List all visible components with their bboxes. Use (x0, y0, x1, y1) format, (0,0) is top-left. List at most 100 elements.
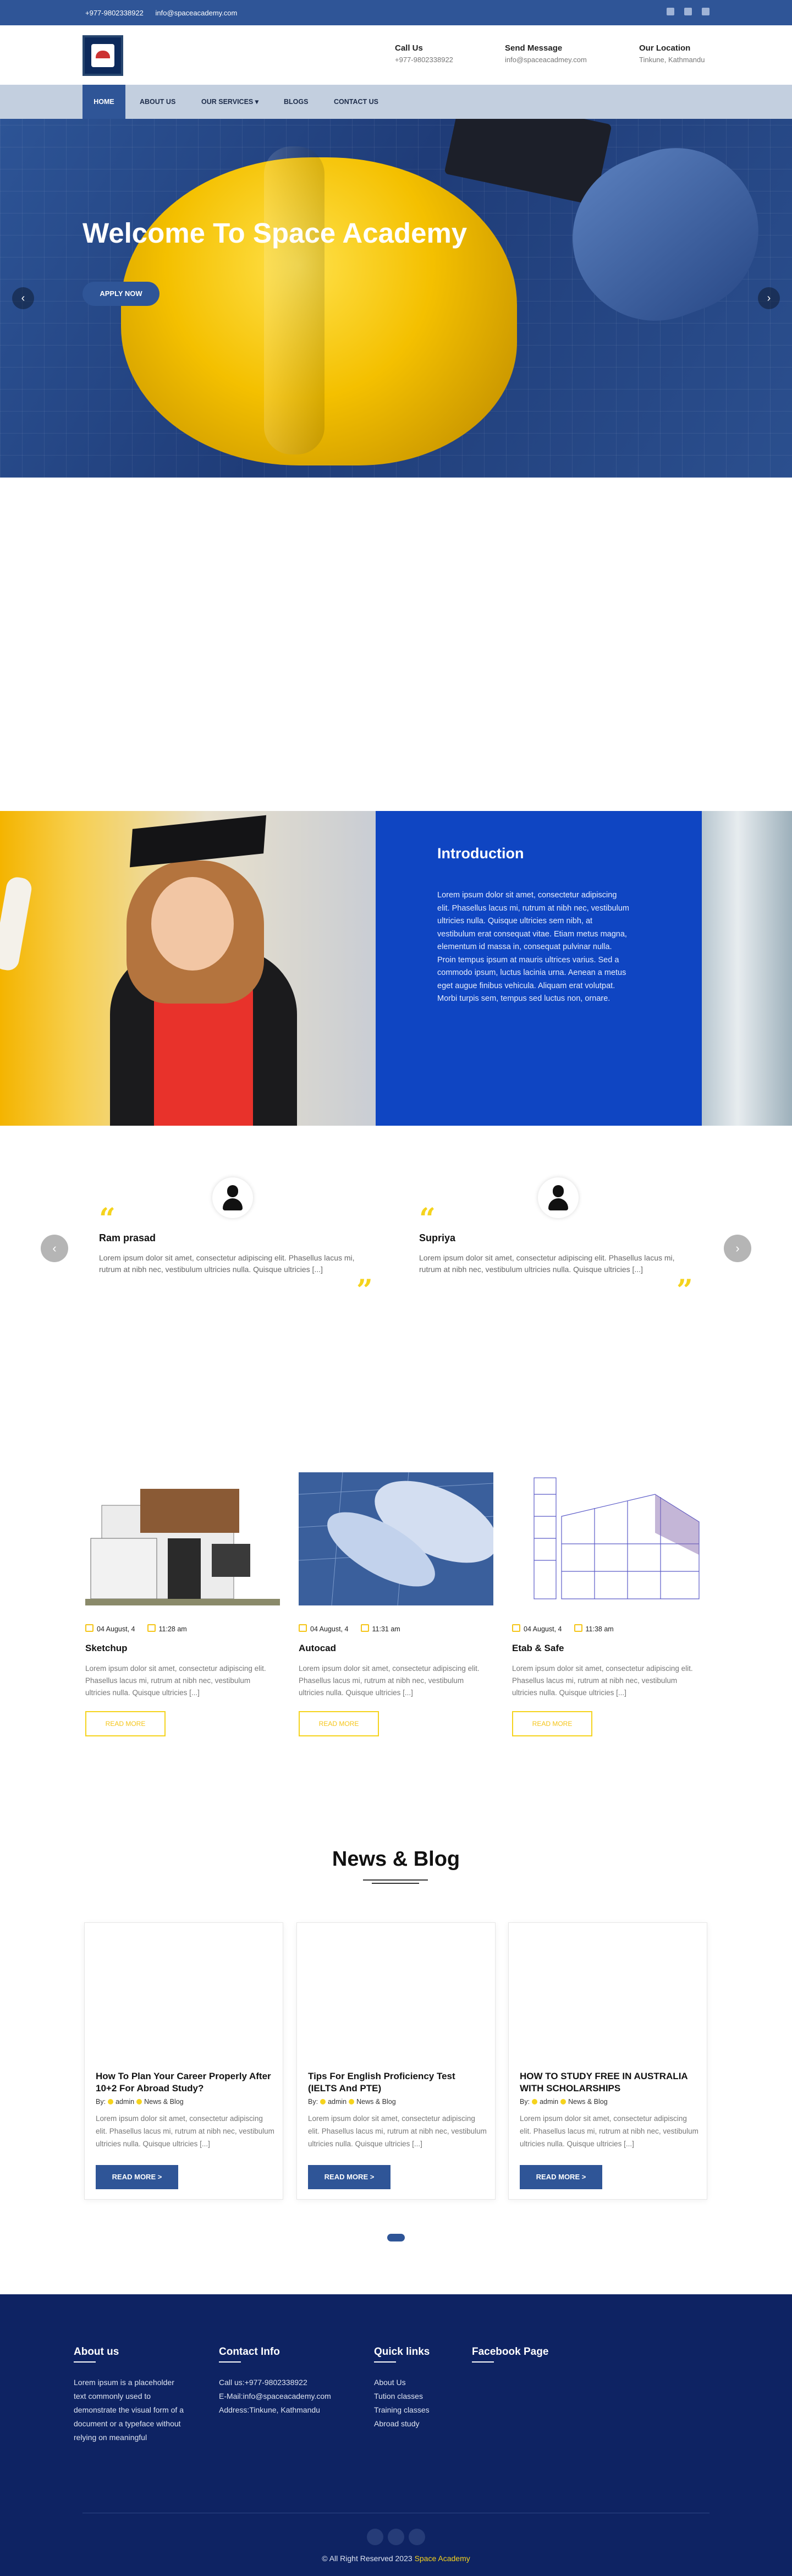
footer-link-about[interactable]: About Us (374, 2376, 430, 2389)
user-icon (532, 2099, 538, 2104)
instagram-icon[interactable] (702, 8, 710, 15)
blog-card: How To Plan Your Career Properly After 1… (84, 1922, 283, 2200)
intro-text: Lorem ipsum dolor sit amet, consectetur … (437, 891, 629, 1003)
contact-call-title: Call Us (395, 43, 423, 53)
instagram-icon[interactable] (409, 2529, 425, 2545)
news-heading: News & Blog (332, 1848, 460, 1871)
service-title[interactable]: Etab & Safe (512, 1643, 707, 1654)
blog-excerpt: Lorem ipsum dolor sit amet, consectetur … (308, 2114, 487, 2148)
read-more-button[interactable]: READ MORE (299, 1711, 379, 1736)
cap-shape (129, 815, 267, 868)
user-icon (320, 2099, 326, 2104)
blog-meta: By: admin News & Blog (520, 2098, 608, 2106)
news-divider (363, 1879, 428, 1881)
blog-read-more-button[interactable]: READ MORE > (96, 2165, 178, 2189)
hero-prev-arrow-icon[interactable]: ‹ (12, 287, 34, 309)
footer-about-text: Lorem ipsum is a placeholder text common… (74, 2378, 184, 2442)
service-image-house[interactable] (85, 1472, 280, 1605)
blog-title[interactable]: HOW TO STUDY FREE IN AUSTRALIA WITH SCHO… (520, 2070, 696, 2095)
facebook-icon[interactable] (367, 2529, 383, 2545)
copyright-brand[interactable]: Space Academy (415, 2554, 470, 2563)
nav-blogs[interactable]: BLOGS (284, 85, 308, 119)
carousel-dot[interactable] (387, 2234, 405, 2241)
testimonial-next-button[interactable]: › (724, 1235, 751, 1262)
intro-title: Introduction (437, 845, 524, 862)
hero-slider: Welcome To Space Academy APPLY NOW ‹ › (0, 119, 792, 478)
service-text: Lorem ipsum dolor sit amet, consectetur … (512, 1664, 693, 1697)
service-image-blueprint[interactable] (299, 1472, 493, 1605)
folder-icon (136, 2099, 142, 2104)
facebook-icon[interactable] (667, 8, 674, 15)
read-more-button[interactable]: READ MORE (512, 1711, 592, 1736)
blog-author[interactable]: admin (116, 2098, 134, 2106)
service-title[interactable]: Sketchup (85, 1643, 280, 1654)
quote-close-icon: ” (676, 1274, 693, 1307)
testimonial-name: Supriya (419, 1232, 456, 1243)
chevron-down-icon: ▾ (255, 98, 259, 106)
graduate-photo (0, 811, 376, 1126)
footer-about-title: About us (74, 2346, 119, 2358)
topbar-email[interactable]: info@spaceacademy.com (156, 9, 238, 17)
topbar-phone[interactable]: +977-9802338922 (85, 9, 144, 17)
user-icon (108, 2099, 114, 2104)
user-icon (538, 1177, 579, 1218)
main-nav: HOME ABOUT US OUR SERVICES ▾ BLOGS CONTA… (0, 85, 792, 119)
quote-open-icon: “ (99, 1202, 116, 1236)
blog-read-more-button[interactable]: READ MORE > (308, 2165, 391, 2189)
read-more-button[interactable]: READ MORE (85, 1711, 166, 1736)
blog-read-more-button[interactable]: READ MORE > (520, 2165, 602, 2189)
youtube-icon[interactable] (684, 8, 692, 15)
diploma-shape (0, 875, 34, 972)
footer-contact-phone[interactable]: Call us:+977-9802338922 (219, 2376, 331, 2389)
blog-title[interactable]: Tips For English Proficiency Test (IELTS… (308, 2070, 484, 2095)
footer-links-list: About Us Tution classes Training classes… (374, 2376, 430, 2431)
blog-category[interactable]: News & Blog (144, 2098, 184, 2106)
nav-home[interactable]: HOME (82, 85, 125, 119)
site-logo[interactable] (82, 35, 123, 76)
blog-category[interactable]: News & Blog (568, 2098, 608, 2106)
footer-link-tution[interactable]: Tution classes (374, 2389, 430, 2403)
blog-category[interactable]: News & Blog (356, 2098, 396, 2106)
quote-open-icon: “ (419, 1202, 436, 1236)
footer-contact-email[interactable]: E-Mail:info@spaceacademy.com (219, 2389, 331, 2403)
blog-author[interactable]: admin (328, 2098, 346, 2106)
contact-message: Send Message info@spaceacadmey.com (505, 43, 587, 64)
contact-call: Call Us +977-9802338922 (395, 43, 453, 64)
nav-about[interactable]: ABOUT US (140, 85, 175, 119)
service-date: 04 August, 4 (299, 1624, 349, 1633)
nav-services[interactable]: OUR SERVICES ▾ (201, 85, 258, 119)
nav-contact[interactable]: CONTACT US (334, 85, 378, 119)
top-bar: +977-9802338922 info@spaceacademy.com (0, 0, 792, 25)
footer-contact-title: Contact Info (219, 2346, 280, 2358)
user-icon (212, 1177, 253, 1218)
copyright-text: © All Right Reserved 2023 (322, 2554, 413, 2563)
hero-next-arrow-icon[interactable]: › (758, 287, 780, 309)
blog-author[interactable]: admin (540, 2098, 558, 2106)
testimonial-prev-button[interactable]: ‹ (41, 1235, 68, 1262)
contact-message-value[interactable]: info@spaceacadmey.com (505, 56, 587, 64)
testimonial-text: Lorem ipsum dolor sit amet, consectetur … (99, 1253, 355, 1274)
footer-link-training[interactable]: Training classes (374, 2403, 430, 2417)
blog-meta: By: admin News & Blog (96, 2098, 184, 2106)
footer-link-abroad[interactable]: Abroad study (374, 2417, 430, 2431)
contact-location-title: Our Location (639, 43, 691, 53)
youtube-icon[interactable] (388, 2529, 404, 2545)
blog-title[interactable]: How To Plan Your Career Properly After 1… (96, 2070, 272, 2095)
footer-links-title: Quick links (374, 2346, 430, 2358)
apply-now-button[interactable]: APPLY NOW (82, 282, 160, 306)
service-image-structure[interactable] (512, 1472, 707, 1605)
service-text: Lorem ipsum dolor sit amet, consectetur … (299, 1664, 480, 1697)
blog-excerpt: Lorem ipsum dolor sit amet, consectetur … (520, 2114, 698, 2148)
hero-title: Welcome To Space Academy (82, 217, 468, 249)
contact-location: Our Location Tinkune, Kathmandu (639, 43, 705, 64)
testimonial-card: “ Ram prasad Lorem ipsum dolor sit amet,… (99, 1177, 385, 1305)
blog-excerpt: Lorem ipsum dolor sit amet, consectetur … (96, 2114, 274, 2148)
service-time: 11:31 am (361, 1624, 400, 1633)
footer-contact-underline (219, 2361, 241, 2363)
blog-meta: By: admin News & Blog (308, 2098, 396, 2106)
footer-facebook-title: Facebook Page (472, 2346, 549, 2358)
contact-call-value[interactable]: +977-9802338922 (395, 56, 453, 64)
service-text: Lorem ipsum dolor sit amet, consectetur … (85, 1664, 266, 1697)
intro-section: Introduction Lorem ipsum dolor sit amet,… (0, 811, 792, 1126)
service-title[interactable]: Autocad (299, 1643, 493, 1654)
